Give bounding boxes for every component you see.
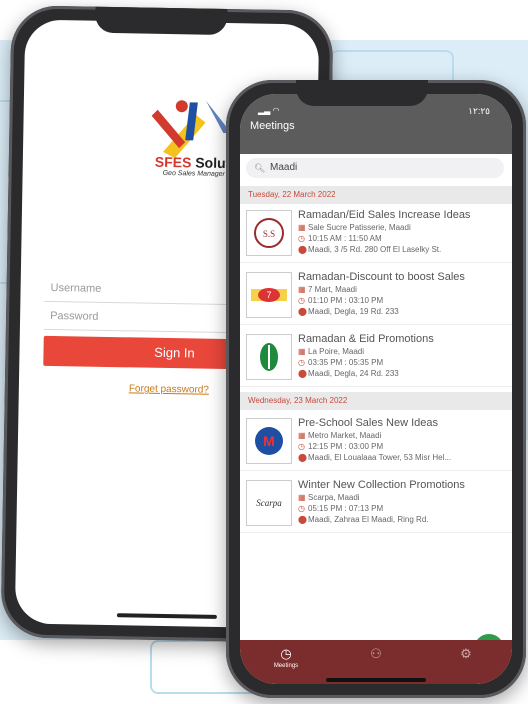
building-icon: ▦ bbox=[298, 347, 306, 356]
home-indicator[interactable] bbox=[326, 678, 426, 682]
meeting-time: ◷ 12:15 PM : 03:00 PM bbox=[298, 442, 384, 451]
meeting-time: ◷ 03:35 PM : 05:35 PM bbox=[298, 358, 384, 367]
store-logo: S.S bbox=[246, 210, 292, 256]
search-value: Maadi bbox=[270, 162, 298, 173]
thumb-label: 7 bbox=[266, 290, 271, 300]
store-logo: M bbox=[246, 418, 292, 464]
location-pin-icon: ⬤ bbox=[298, 369, 307, 378]
meeting-time: ◷ 10:15 AM : 11:50 AM bbox=[298, 234, 382, 243]
thumb-label: Scarpa bbox=[256, 498, 282, 508]
brand-tagline: Geo Sales Manager bbox=[162, 169, 225, 178]
clock-icon: ◷ bbox=[298, 442, 305, 451]
meeting-title: Ramadan-Discount to boost Sales bbox=[298, 271, 465, 283]
meeting-item[interactable]: S.S Ramadan/Eid Sales Increase Ideas ▦ Sa… bbox=[240, 206, 512, 263]
phone-notch bbox=[95, 6, 228, 36]
building-icon: ▦ bbox=[298, 285, 306, 294]
clock-icon: ◷ bbox=[298, 296, 305, 305]
store-logo: 7 bbox=[246, 272, 292, 318]
location-pin-icon: ⬤ bbox=[298, 307, 307, 316]
search-icon: 🔍︎ bbox=[254, 163, 266, 173]
meeting-address: ⬤Maadi, El Loualaaa Tower, 53 Misr Hel..… bbox=[298, 453, 452, 462]
meeting-place: ▦ 7 Mart, Maadi bbox=[298, 285, 357, 294]
location-pin-icon: ⬤ bbox=[298, 245, 307, 254]
tab-meetings[interactable]: ◷ Meetings bbox=[256, 646, 316, 669]
meeting-address: ⬤Maadi, Degla, 19 Rd. 233 bbox=[298, 307, 399, 316]
meetings-phone: ▂▃ ◠ ١٢:٢٥ Meetings 🔍︎ Maadi Tuesday, 22… bbox=[226, 80, 526, 698]
home-indicator[interactable] bbox=[116, 613, 217, 619]
thumb-label: S.S bbox=[263, 229, 275, 239]
location-pin-icon: ⬤ bbox=[298, 515, 307, 524]
meeting-title: Pre-School Sales New Ideas bbox=[298, 417, 439, 429]
tab-settings[interactable]: ⚙ bbox=[436, 646, 496, 663]
location-pin-icon: ⬤ bbox=[298, 453, 307, 462]
meetings-screen: ▂▃ ◠ ١٢:٢٥ Meetings 🔍︎ Maadi Tuesday, 22… bbox=[240, 94, 512, 684]
meeting-time: ◷ 01:10 PM : 03:10 PM bbox=[298, 296, 384, 305]
date-section-header: Wednesday, 23 March 2022 bbox=[240, 392, 512, 410]
meeting-item[interactable]: Ramadan & Eid Promotions ▦ La Poire, Maad… bbox=[240, 330, 512, 387]
tab-label: Meetings bbox=[273, 663, 299, 669]
store-logo: Scarpa bbox=[246, 480, 292, 526]
meeting-place: ▦ Sale Sucre Patisserie, Maadi bbox=[298, 223, 411, 232]
brand-sfes: SFES bbox=[154, 153, 192, 171]
building-icon: ▦ bbox=[298, 493, 306, 502]
meeting-place: ▦ Metro Market, Maadi bbox=[298, 431, 382, 440]
signal-wifi-icon: ▂▃ ◠ bbox=[258, 106, 280, 115]
page-title: Meetings bbox=[250, 120, 295, 132]
meeting-item[interactable]: 7 Ramadan-Discount to boost Sales ▦ 7 Mar… bbox=[240, 268, 512, 325]
tab-middle[interactable]: ⚇ bbox=[346, 646, 406, 663]
clock-icon: ◷ bbox=[280, 646, 292, 661]
store-logo bbox=[246, 334, 292, 380]
meeting-time: ◷ 05:15 PM : 07:13 PM bbox=[298, 504, 384, 513]
meeting-item[interactable]: Scarpa Winter New Collection Promotions … bbox=[240, 476, 512, 533]
clock-icon: ◷ bbox=[298, 358, 305, 367]
meeting-title: Ramadan & Eid Promotions bbox=[298, 333, 434, 345]
search-input[interactable]: 🔍︎ Maadi bbox=[246, 158, 504, 178]
tab-bar: ◷ Meetings ⚇ ⚙ bbox=[240, 640, 512, 684]
people-icon: ⚇ bbox=[370, 646, 382, 661]
gear-icon: ⚙ bbox=[460, 646, 472, 661]
meeting-title: Ramadan/Eid Sales Increase Ideas bbox=[298, 209, 471, 221]
status-time: ١٢:٢٥ bbox=[468, 106, 490, 116]
clock-icon: ◷ bbox=[298, 234, 305, 243]
building-icon: ▦ bbox=[298, 431, 306, 440]
date-section-header: Tuesday, 22 March 2022 bbox=[240, 186, 512, 204]
phone-notch bbox=[296, 80, 428, 106]
forgot-password-link[interactable]: Forget password? bbox=[129, 383, 209, 395]
meeting-title: Winter New Collection Promotions bbox=[298, 479, 465, 491]
building-icon: ▦ bbox=[298, 223, 306, 232]
meeting-address: ⬤Maadi, Degla, 24 Rd. 233 bbox=[298, 369, 399, 378]
meeting-place: ▦ Scarpa, Maadi bbox=[298, 493, 360, 502]
meeting-item[interactable]: M Pre-School Sales New Ideas ▦ Metro Mark… bbox=[240, 414, 512, 471]
thumb-label: M bbox=[263, 433, 275, 449]
clock-icon: ◷ bbox=[298, 504, 305, 513]
meeting-place: ▦ La Poire, Maadi bbox=[298, 347, 365, 356]
meeting-address: ⬤Maadi, 3 /5 Rd. 280 Off El Laselky St. bbox=[298, 245, 442, 254]
meeting-address: ⬤Maadi, Zahraa El Maadi, Ring Rd. bbox=[298, 515, 429, 524]
